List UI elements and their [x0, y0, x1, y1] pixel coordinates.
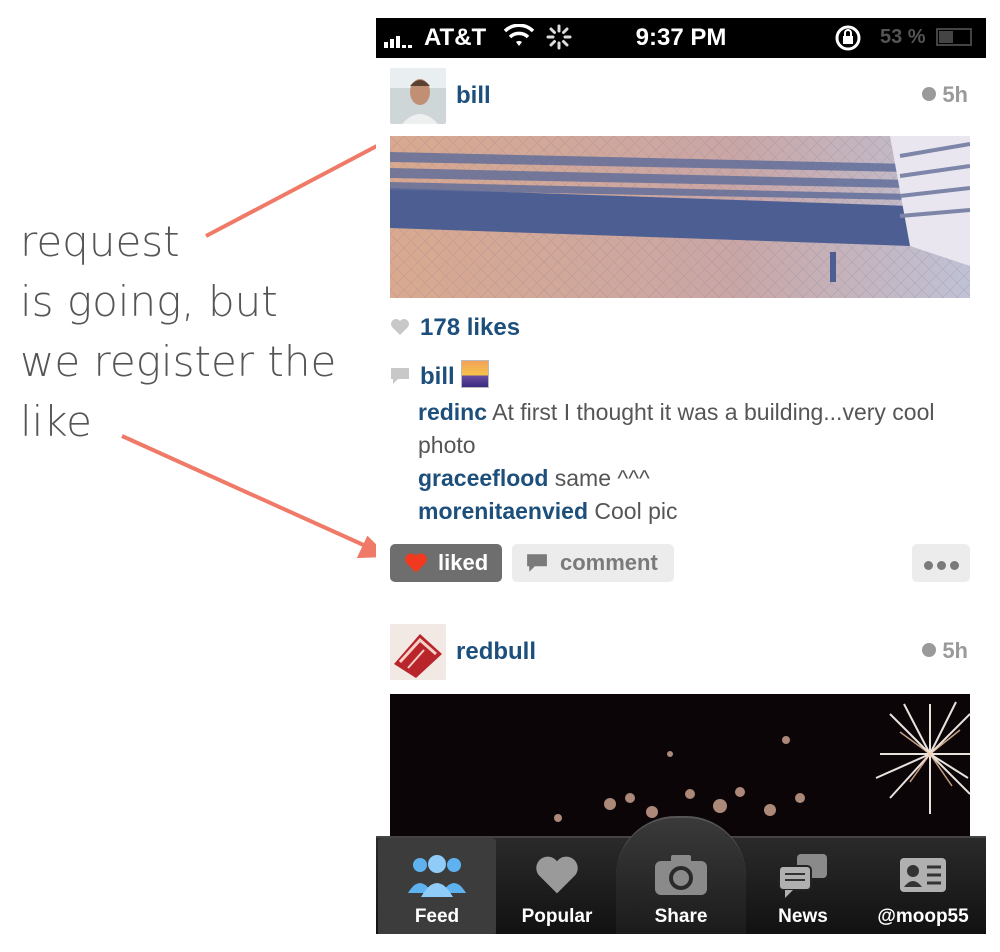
post-time-label: 5h	[942, 638, 968, 663]
more-options-button[interactable]	[912, 544, 970, 582]
post-time-label: 5h	[942, 82, 968, 107]
liked-button[interactable]: liked	[390, 544, 502, 582]
comment-text: same ^^^	[554, 465, 650, 491]
post-actions: liked comment	[390, 544, 970, 584]
tab-popular[interactable]: Popular	[498, 838, 616, 934]
post-username[interactable]: bill	[456, 82, 491, 110]
comment-author[interactable]: redinc	[418, 399, 487, 425]
liked-label: liked	[438, 550, 489, 575]
comment-icon	[526, 553, 548, 573]
heart-filled-icon	[404, 552, 428, 574]
caption-author[interactable]: bill	[420, 363, 455, 390]
post-time: 5h	[922, 638, 968, 664]
annotation-text: request is going, but we register the li…	[20, 212, 360, 452]
likes-row: 178 likes	[390, 314, 520, 343]
rotation-lock-icon	[834, 24, 862, 59]
annotation-line: we register the	[20, 337, 337, 386]
phone-screen: AT&T 9:37 PM 53 % bill 5h 178 likes bill…	[376, 18, 986, 934]
annotation-line: like	[20, 397, 93, 446]
post-time: 5h	[922, 82, 968, 108]
battery-percent: 53 %	[880, 26, 926, 48]
profile-card-icon	[864, 850, 982, 900]
caption-row: bill	[390, 360, 489, 392]
comment-label: comment	[560, 550, 658, 575]
tab-bar: Feed Popular Share News @moop55	[376, 816, 986, 934]
clock-icon	[922, 643, 937, 657]
likes-count[interactable]: 178 likes	[420, 314, 520, 341]
comments-list: redinc At first I thought it was a build…	[418, 396, 958, 528]
tab-popular-label: Popular	[521, 906, 593, 927]
tab-share-label: Share	[654, 906, 708, 927]
status-bar: AT&T 9:37 PM 53 %	[376, 18, 986, 58]
annotation-line: is going, but	[20, 277, 278, 326]
tab-news-label: News	[778, 906, 828, 927]
camera-icon	[622, 850, 740, 900]
comment: graceeflood same ^^^	[418, 462, 958, 495]
comment-text: At first I thought it was a building...v…	[418, 399, 935, 458]
clock-icon	[922, 87, 937, 101]
battery-icon	[936, 28, 972, 46]
annotation-line: request	[20, 217, 180, 266]
post-photo[interactable]	[390, 136, 970, 298]
tab-feed[interactable]: Feed	[378, 838, 496, 934]
tab-share[interactable]: Share	[622, 838, 740, 934]
tab-profile[interactable]: @moop55	[864, 838, 982, 934]
more-dots-icon	[922, 550, 961, 576]
post-header: bill 5h	[376, 68, 986, 130]
heart-icon	[390, 315, 410, 343]
comment-button[interactable]: comment	[512, 544, 674, 582]
comment: redinc At first I thought it was a build…	[418, 396, 958, 462]
news-bubbles-icon	[744, 850, 862, 900]
avatar[interactable]	[390, 68, 446, 124]
post-header: redbull 5h	[376, 624, 986, 686]
speech-bubble-icon	[390, 364, 410, 392]
tab-news[interactable]: News	[744, 838, 862, 934]
post-username[interactable]: redbull	[456, 638, 536, 666]
heart-icon	[498, 850, 616, 900]
comment: morenitaenvied Cool pic	[418, 495, 958, 528]
sunset-emoji-icon	[460, 360, 489, 388]
comment-author[interactable]: morenitaenvied	[418, 498, 588, 524]
comment-author[interactable]: graceeflood	[418, 465, 548, 491]
avatar[interactable]	[390, 624, 446, 680]
arrow-to-liked	[121, 434, 369, 549]
tab-feed-label: Feed	[414, 906, 460, 927]
tab-profile-label: @moop55	[877, 906, 969, 927]
people-icon	[378, 850, 496, 900]
comment-text: Cool pic	[594, 498, 678, 524]
